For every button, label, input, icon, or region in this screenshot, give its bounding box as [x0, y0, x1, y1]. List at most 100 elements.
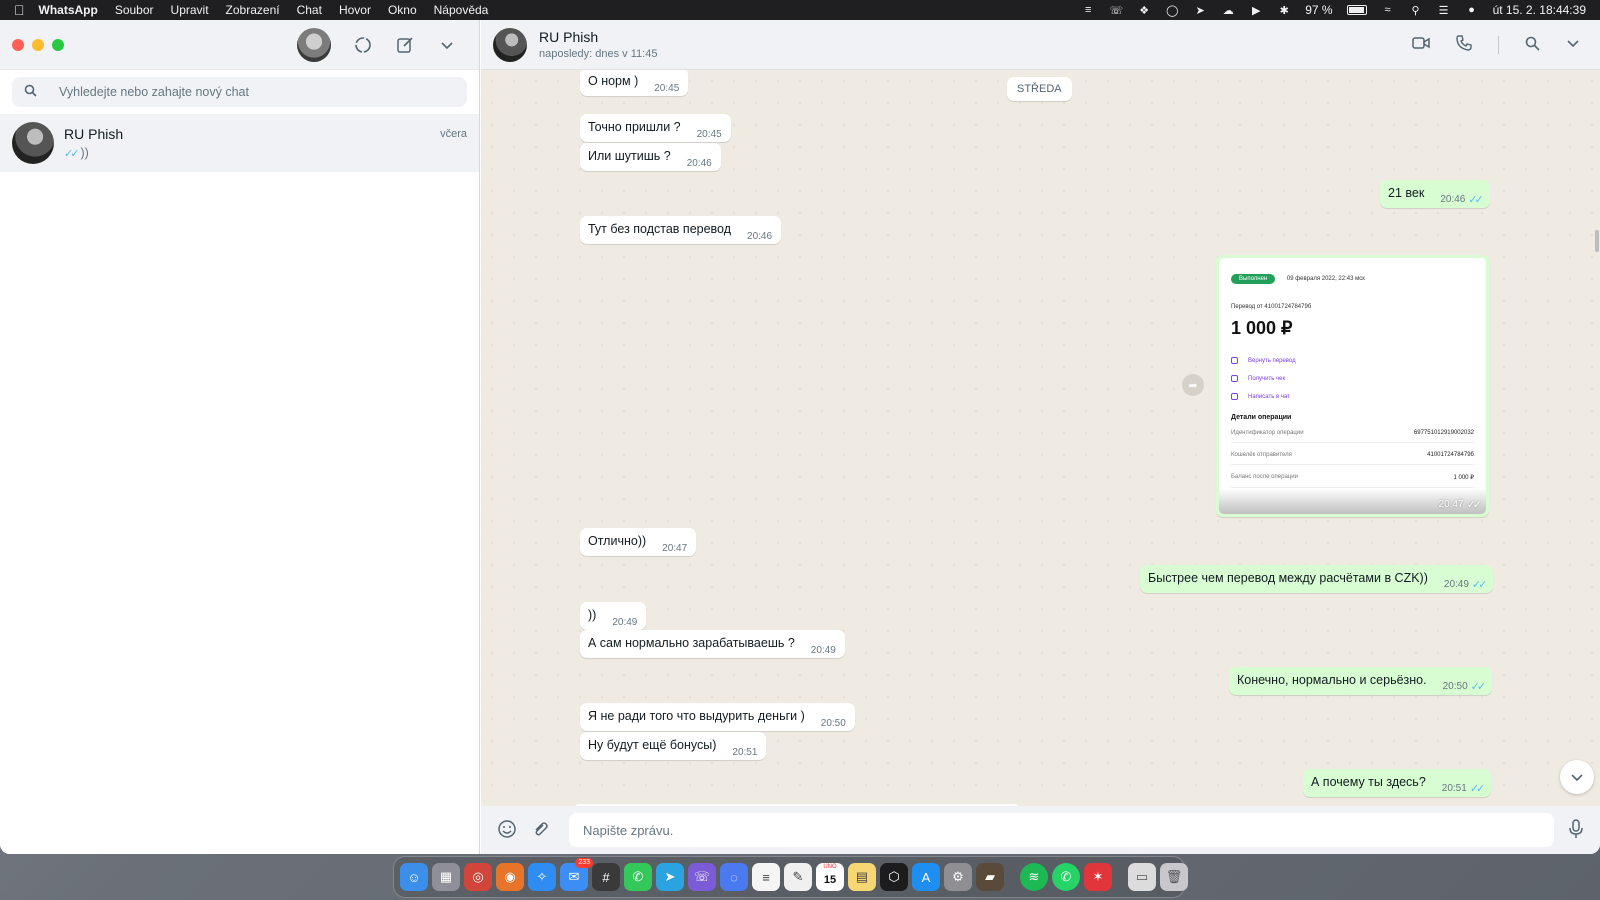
contact-avatar[interactable] — [493, 27, 527, 62]
message-input[interactable] — [569, 813, 1554, 847]
spotify-icon[interactable]: ≋ — [1020, 863, 1048, 891]
receipt-action: Написать в чат — [1231, 393, 1474, 400]
messages-icon[interactable]: ✆ — [624, 863, 652, 891]
reminders-icon[interactable]: ≡ — [752, 863, 780, 891]
receipt-action-label: Написать в чат — [1248, 393, 1290, 400]
incoming-message[interactable]: Тут без подстав перевод 20:46 — [580, 216, 782, 244]
menu-app-name[interactable]: WhatsApp — [39, 3, 98, 17]
outgoing-message[interactable]: А почему ты здесь? 20:51 ✓✓ — [1303, 769, 1492, 797]
voice-call-icon[interactable] — [1456, 35, 1472, 54]
search-input[interactable] — [59, 85, 419, 99]
outgoing-message[interactable]: Конечно, нормально и серьёзно. 20:50 ✓✓ — [1229, 667, 1493, 695]
firefox-icon[interactable]: ◉ — [496, 863, 524, 891]
microphone-icon[interactable] — [1568, 818, 1584, 842]
menu-soubor[interactable]: Soubor — [115, 3, 154, 17]
attach-icon[interactable] — [531, 820, 549, 841]
spotlight-search-icon[interactable]: ⚲ — [1409, 4, 1423, 17]
apple-menu-icon[interactable]:  — [14, 2, 25, 18]
menu-zobrazeni[interactable]: Zobrazení — [226, 3, 280, 17]
siri-icon[interactable]: ● — [1465, 4, 1479, 16]
trash-icon[interactable]: 🗑 — [1160, 863, 1188, 891]
system-preferences-icon[interactable]: ⚙ — [944, 863, 972, 891]
app-store-icon[interactable]: A — [912, 863, 940, 891]
close-window-button[interactable] — [12, 38, 24, 51]
message-text: Я не ради того что выдурить деньги ) — [588, 709, 805, 723]
bluetooth-icon[interactable]: ✱ — [1277, 4, 1291, 17]
control-center-icon[interactable]: ☰ — [1437, 4, 1451, 17]
incoming-message[interactable]: О норм ) 20:45 — [580, 70, 689, 96]
mail-badge: 233 — [575, 858, 593, 868]
conversation-header[interactable]: RU Phish naposledy: dnes v 11:45 — [481, 20, 1600, 70]
menu-chat[interactable]: Chat — [297, 3, 322, 17]
search-bar — [0, 70, 479, 114]
incoming-message[interactable]: Точно пришли ? 20:45 — [580, 114, 731, 142]
status-app-icon[interactable]: ❖ — [1137, 4, 1151, 17]
menu-upravit[interactable]: Upravit — [171, 3, 209, 17]
photo-booth-icon[interactable]: ◎ — [464, 863, 492, 891]
incoming-message[interactable]: Я не ради того что выдурить деньги ) 20:… — [580, 703, 855, 731]
conversation-title[interactable]: RU Phish naposledy: dnes v 11:45 — [539, 29, 657, 60]
downloads-folder-icon[interactable]: ▭ — [1128, 863, 1156, 891]
shield-icon[interactable]: ◯ — [1165, 4, 1179, 17]
chevron-down-icon[interactable] — [437, 35, 457, 55]
scroll-to-bottom-button[interactable] — [1560, 760, 1594, 794]
whatsapp-icon[interactable]: ✆ — [1052, 863, 1080, 891]
viber-icon[interactable]: ☏ — [688, 863, 716, 891]
minimize-window-button[interactable] — [32, 38, 44, 51]
pdf-app-icon[interactable]: ▰ — [976, 863, 1004, 891]
status-icon[interactable] — [353, 35, 373, 55]
finder-icon[interactable]: ☺ — [400, 863, 428, 891]
chat-list-item[interactable]: RU Phish včera ✓✓ )) — [0, 114, 479, 172]
incoming-message[interactable]: Или шутишь ? 20:46 — [580, 143, 721, 171]
search-messages-icon[interactable] — [1525, 36, 1540, 54]
message-time-with-ticks: 20:51 ✓✓ — [1442, 782, 1486, 795]
mail-icon[interactable]: ✉ 233 — [560, 858, 593, 891]
notes-icon[interactable]: ▤ — [848, 863, 876, 891]
status-app-icon[interactable]: ≡ — [1081, 4, 1095, 16]
chevron-down-icon[interactable] — [1566, 36, 1580, 53]
fullscreen-window-button[interactable] — [52, 38, 64, 51]
incoming-message[interactable]: А сам нормально зарабатываешь ? 20:49 — [580, 630, 845, 658]
receipt-icon — [1231, 375, 1238, 382]
incoming-message[interactable]: Ну будут ещё бонусы) 20:51 — [580, 732, 767, 760]
textedit-icon[interactable]: ✎ — [784, 863, 812, 891]
emoji-icon[interactable] — [497, 819, 517, 842]
receipt-detail-value: 4100172478479б — [1427, 452, 1474, 458]
menu-hovor[interactable]: Hovor — [339, 3, 371, 17]
outgoing-message[interactable]: Быстрее чем перевод между расчётами в CZ… — [1140, 565, 1494, 593]
forward-icon[interactable]: ➦ — [1182, 374, 1204, 396]
chat-list-sidebar: RU Phish včera ✓✓ )) — [0, 20, 480, 854]
viber-status-icon[interactable]: ☏ — [1109, 4, 1123, 17]
message-list[interactable]: STŘEDA О норм ) 20:45 Точно пришли ? 20:… — [481, 70, 1600, 806]
signal-icon[interactable]: ◌ — [720, 863, 748, 891]
calculator-icon[interactable]: # — [592, 863, 620, 891]
video-call-icon[interactable] — [1412, 36, 1430, 53]
menubar-clock[interactable]: út 15. 2. 18:44:39 — [1493, 3, 1586, 17]
scrollbar-thumb[interactable] — [1595, 230, 1599, 252]
adobe-acrobat-icon[interactable]: ✶ — [1084, 863, 1112, 891]
my-profile-avatar[interactable] — [297, 27, 331, 62]
battery-icon[interactable] — [1346, 5, 1367, 15]
double-check-icon: ✓✓ — [1468, 194, 1484, 206]
menu-napoveda[interactable]: Nápověda — [434, 3, 489, 17]
play-icon[interactable]: ▶ — [1249, 4, 1263, 17]
receipt-detail-row: Идентификатор операции 697751012919002032 — [1231, 424, 1474, 443]
incoming-message[interactable]: )) 20:49 — [580, 602, 647, 630]
receipt-detail-value: 1 000 ₽ — [1453, 475, 1475, 481]
calendar-icon[interactable]: ÚNO 15 — [816, 863, 844, 891]
telegram-status-icon[interactable]: ➤ — [1193, 4, 1207, 17]
safari-icon[interactable]: ✧ — [528, 863, 556, 891]
unity-icon[interactable]: ⬡ — [880, 863, 908, 891]
incoming-message[interactable]: Отлично)) 20:47 — [580, 528, 697, 556]
outgoing-message[interactable]: 21 век 20:46 ✓✓ — [1380, 180, 1490, 208]
menu-okno[interactable]: Okno — [388, 3, 417, 17]
sidebar-toolbar — [297, 27, 467, 62]
receipt-action-label: Получить чек — [1248, 375, 1286, 382]
telegram-icon[interactable]: ➤ — [656, 863, 684, 891]
new-chat-icon[interactable] — [395, 35, 415, 55]
cloud-icon[interactable]: ☁ — [1221, 4, 1235, 17]
wifi-icon[interactable]: ≈ — [1381, 4, 1395, 16]
launchpad-icon[interactable]: ▦ — [432, 863, 460, 891]
double-check-icon: ✓✓ — [1466, 499, 1483, 511]
outgoing-image-message[interactable]: Выполнен 09 февраля 2022, 22:43 мск Пере… — [1216, 255, 1489, 517]
